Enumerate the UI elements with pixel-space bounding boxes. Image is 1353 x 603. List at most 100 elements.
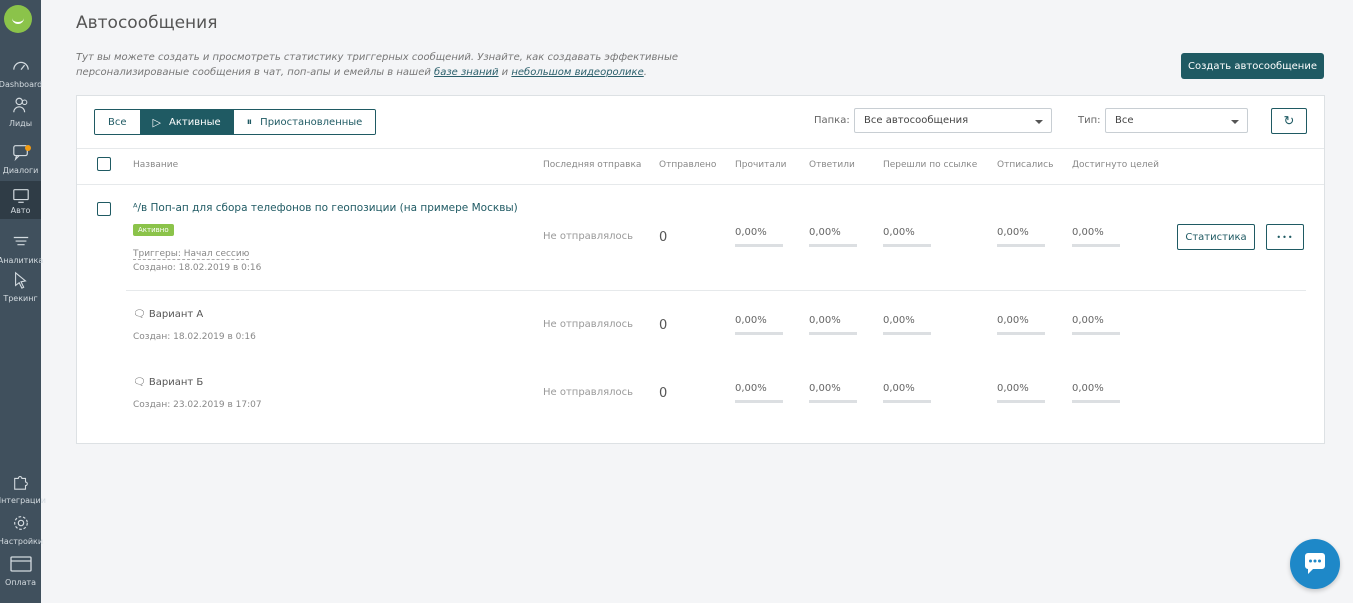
read-bar (735, 244, 783, 247)
unsubscribed-value: 0,00% (997, 227, 1029, 238)
pause-icon: ⏸ (246, 115, 253, 128)
sidebar-label: Аналитика (0, 256, 44, 265)
clicked-bar (883, 244, 931, 247)
sidebar-label: Авто (10, 206, 31, 215)
sidebar-label: Интеграции (0, 496, 46, 505)
variant-label: Вариант А (148, 309, 204, 320)
unsubscribed-value: 0,00% (997, 315, 1029, 326)
divider (126, 290, 1306, 291)
read-bar (735, 400, 783, 403)
users-icon (12, 97, 27, 113)
replied-value: 0,00% (809, 227, 841, 238)
row-checkbox[interactable] (97, 202, 111, 216)
chat-bubble-icon: 🗨︎ (133, 309, 146, 320)
read-value: 0,00% (735, 383, 767, 394)
col-name: Название (133, 160, 179, 170)
chat-bubble-icon: 🗨︎ (133, 377, 146, 388)
status-badge: Активно (133, 224, 174, 236)
refresh-button[interactable]: ↻ (1271, 108, 1307, 134)
automessages-panel: Все ▷ Активные ⏸ Приостановленные Папка: В… (76, 95, 1325, 444)
folder-label: Папка: (814, 115, 850, 126)
select-all-checkbox[interactable] (97, 157, 111, 171)
last-sent-value: Не отправлялось (543, 231, 634, 242)
app-logo[interactable] (4, 5, 32, 33)
more-actions-button[interactable]: ••• (1266, 224, 1304, 250)
description-text: . (643, 67, 647, 78)
tab-label: Все (108, 116, 127, 128)
type-select[interactable]: Все (1105, 108, 1248, 133)
filter-lines-icon (13, 236, 28, 246)
create-automessage-button[interactable]: Создать автосообщение (1181, 53, 1324, 79)
created-date: Создано: 18.02.2019 в 0:16 (133, 263, 262, 273)
message-title-link[interactable]: ᴬ/ʙ Поп-ап для сбора телефонов по геопоз… (133, 202, 518, 214)
clicked-value: 0,00% (883, 227, 915, 238)
sidebar-label: Лиды (8, 119, 33, 128)
replied-bar (809, 332, 857, 335)
divider (77, 148, 1324, 149)
clicked-value: 0,00% (883, 315, 915, 326)
speedometer-icon (12, 61, 29, 70)
clicked-bar (883, 400, 931, 403)
sent-value: 0 (659, 386, 668, 401)
sidebar-label: Диалоги (2, 166, 39, 175)
last-sent-value: Не отправлялось (543, 387, 634, 398)
read-value: 0,00% (735, 315, 767, 326)
sidebar-label: Трекинг (3, 294, 38, 303)
replied-value: 0,00% (809, 383, 841, 394)
unsubscribed-bar (997, 332, 1045, 335)
sent-value: 0 (659, 230, 668, 245)
sidebar-item-leads[interactable]: Лиды (0, 96, 41, 136)
read-bar (735, 332, 783, 335)
replied-bar (809, 244, 857, 247)
sidebar-item-dashboard[interactable]: Dashboard (0, 57, 42, 97)
sidebar-item-analytics[interactable]: Аналитика (0, 233, 43, 273)
unsubscribed-value: 0,00% (997, 383, 1029, 394)
sidebar-label: Dashboard (0, 80, 43, 89)
goals-bar (1072, 332, 1120, 335)
statistics-button[interactable]: Статистика (1177, 224, 1255, 250)
tab-active[interactable]: ▷ Активные (139, 110, 234, 134)
read-value: 0,00% (735, 227, 767, 238)
triggers-text[interactable]: Триггеры: Начал сессию (133, 249, 250, 260)
unsubscribed-bar (997, 400, 1045, 403)
col-clicked: Перешли по ссылке (883, 160, 978, 170)
col-read: Прочитали (735, 160, 787, 170)
sidebar-item-dialogs[interactable]: Диалоги (0, 143, 41, 183)
refresh-icon: ↻ (1283, 113, 1295, 128)
variant-created: Создан: 23.02.2019 в 17:07 (133, 400, 262, 410)
replied-bar (809, 400, 857, 403)
goals-value: 0,00% (1072, 315, 1104, 326)
sidebar-item-tracking[interactable]: Трекинг (0, 271, 41, 311)
monitor-icon (12, 189, 29, 203)
puzzle-icon (13, 476, 28, 490)
variant-created: Создан: 18.02.2019 в 0:16 (133, 332, 256, 342)
sidebar: Dashboard Лиды Диалоги Авто Аналитика Тр… (0, 0, 46, 603)
goals-bar (1072, 244, 1120, 247)
col-replied: Ответили (809, 160, 855, 170)
video-link[interactable]: небольшом видеоролике (511, 67, 643, 78)
sent-value: 0 (659, 318, 668, 333)
message-title: Поп-ап для сбора телефонов по геопозиции… (150, 202, 518, 214)
credit-card-icon (9, 556, 32, 572)
knowledge-base-link[interactable]: базе знаний (434, 67, 498, 78)
sidebar-item-payment[interactable]: Оплата (0, 555, 41, 595)
tab-all[interactable]: Все (95, 110, 140, 134)
chat-bubble-icon (1305, 553, 1325, 574)
page-title: Автосообщения (76, 13, 218, 33)
chat-widget-button[interactable] (1290, 539, 1340, 589)
tab-label: Активные (168, 116, 221, 128)
description-text: и (498, 67, 512, 78)
last-sent-value: Не отправлялось (543, 319, 634, 330)
sidebar-item-auto[interactable]: Авто (0, 181, 41, 219)
variant-label: Вариант Б (148, 377, 204, 388)
status-filter: Все ▷ Активные ⏸ Приостановленные (94, 109, 377, 135)
sidebar-item-settings[interactable]: Настройки (0, 514, 43, 554)
gear-icon (13, 516, 28, 530)
sidebar-item-integrations[interactable]: Интеграции (0, 473, 46, 513)
tab-paused[interactable]: ⏸ Приостановленные (233, 110, 376, 134)
goals-bar (1072, 400, 1120, 403)
folder-select[interactable]: Все автосообщения (854, 108, 1052, 133)
col-last-sent: Последняя отправка (543, 160, 642, 170)
sidebar-label: Оплата (4, 578, 37, 587)
col-sent: Отправлено (659, 160, 717, 170)
